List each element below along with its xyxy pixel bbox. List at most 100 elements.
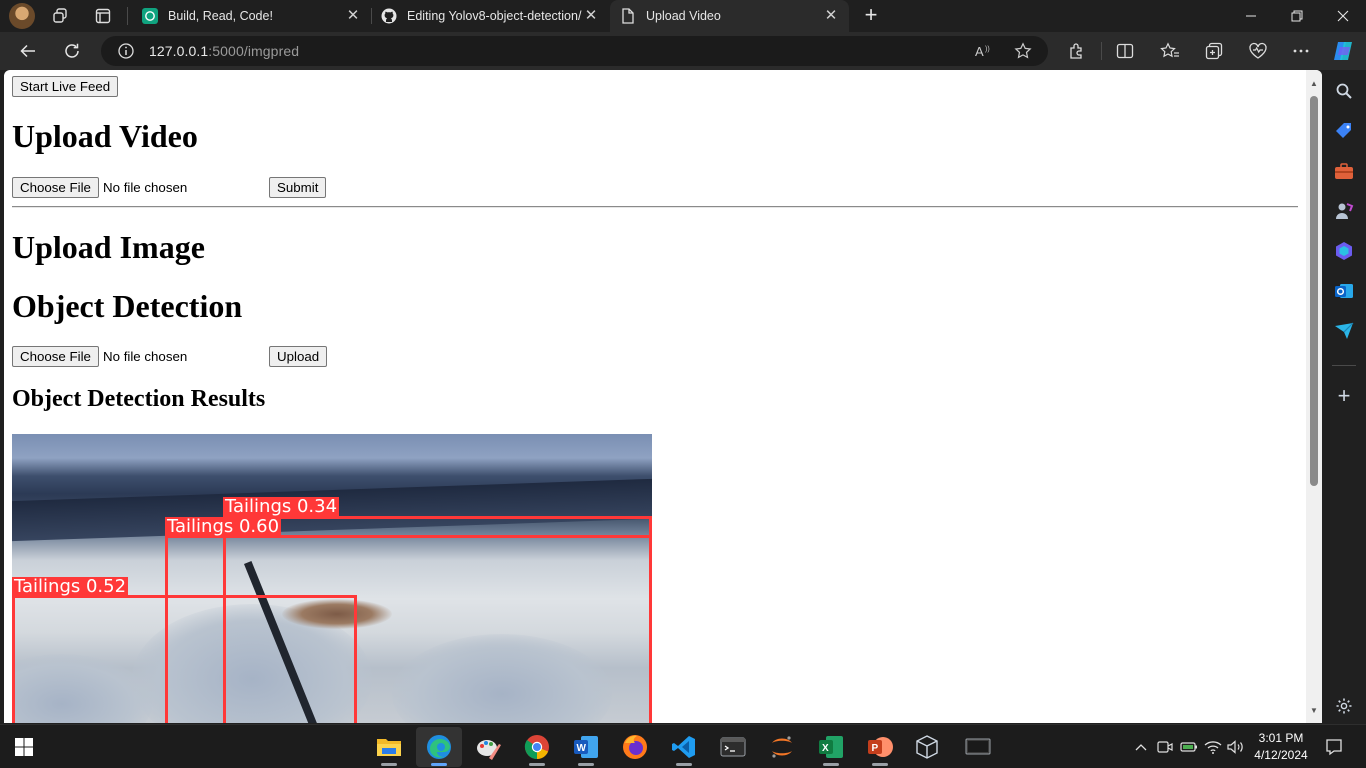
sidebar-settings-gear-icon[interactable] (1334, 696, 1354, 716)
clock-date: 4/12/2024 (1254, 748, 1308, 762)
tab-strip-divider (127, 7, 128, 25)
scroll-up-icon[interactable]: ▲ (1309, 79, 1319, 89)
sidebar-divider (1332, 365, 1356, 366)
paint-icon[interactable] (475, 734, 501, 760)
close-tab-icon[interactable]: ✕ (345, 8, 361, 24)
outlook-icon[interactable] (1334, 281, 1354, 301)
search-icon[interactable] (1334, 81, 1354, 101)
address-bar[interactable]: 127.0.0.1:5000/imgpred A)) (101, 36, 1048, 66)
chrome-icon[interactable] (524, 734, 550, 760)
scroll-thumb[interactable] (1310, 96, 1318, 486)
site-info-icon[interactable] (117, 42, 135, 60)
powerpoint-icon[interactable]: P (867, 734, 893, 760)
word-icon[interactable]: W (573, 734, 599, 760)
vertical-tabs-icon[interactable] (93, 6, 113, 26)
detection-label: Tailings 0.60 (165, 516, 282, 538)
volume-icon[interactable] (1227, 738, 1245, 756)
start-live-feed-button[interactable]: Start Live Feed (12, 76, 119, 97)
video-choose-file-button[interactable]: Choose File (12, 177, 99, 198)
favorite-star-icon[interactable] (1013, 41, 1033, 61)
page-icon (620, 8, 636, 24)
notifications-icon[interactable] (1324, 737, 1344, 757)
restore-button[interactable] (1274, 0, 1320, 32)
monitor-icon[interactable] (965, 734, 991, 760)
image-file-status: No file chosen (103, 349, 188, 364)
running-indicator (431, 763, 447, 766)
svg-text:P: P (872, 743, 879, 754)
image-choose-file-button[interactable]: Choose File (12, 346, 99, 367)
page-scrollbar[interactable]: ▲ ▼ (1306, 70, 1322, 723)
chatgpt-icon (142, 8, 158, 24)
detection-box (12, 595, 357, 723)
toolbar-divider (1101, 42, 1102, 60)
close-window-button[interactable] (1320, 0, 1366, 32)
tab-build-read-code[interactable]: Build, Read, Code! ✕ (132, 0, 371, 32)
object-detection-heading: Object Detection (12, 288, 243, 324)
file-explorer-icon[interactable] (376, 734, 402, 760)
favorites-icon[interactable] (1160, 41, 1180, 61)
firefox-icon[interactable] (622, 734, 648, 760)
svg-text:W: W (577, 743, 587, 754)
add-icon[interactable]: + (1334, 383, 1354, 408)
close-tab-icon[interactable]: ✕ (583, 8, 599, 24)
refresh-button[interactable] (59, 39, 85, 63)
results-heading: Object Detection Results (12, 386, 266, 412)
github-icon (381, 8, 397, 24)
edge-icon[interactable] (426, 734, 452, 760)
image-upload-button[interactable]: Upload (269, 346, 328, 367)
virtualbox-icon[interactable] (914, 734, 940, 760)
excel-icon[interactable]: X (818, 734, 844, 760)
tab-upload-video[interactable]: Upload Video ✕ (610, 0, 849, 32)
upload-image-heading: Upload Image (12, 229, 205, 265)
tab-title: Editing Yolov8-object-detection/ (407, 9, 582, 23)
detection-label: Tailings 0.34 (223, 496, 340, 518)
svg-text:X: X (822, 743, 829, 754)
shopping-tag-icon[interactable] (1334, 121, 1354, 141)
split-screen-icon[interactable] (1115, 41, 1135, 61)
microsoft-365-icon[interactable] (1334, 241, 1354, 261)
scroll-down-icon[interactable]: ▼ (1309, 706, 1319, 716)
minimize-button[interactable] (1228, 0, 1274, 32)
svg-text:)): )) (985, 46, 990, 53)
camera-privacy-icon[interactable] (1156, 738, 1174, 756)
back-button[interactable] (15, 39, 41, 63)
clock-time: 3:01 PM (1258, 731, 1304, 745)
workspaces-icon[interactable] (51, 6, 71, 26)
page-viewport: Start Live Feed Upload Video Choose File… (4, 70, 1322, 723)
vscode-icon[interactable] (671, 734, 697, 760)
drop-send-icon[interactable] (1334, 321, 1354, 341)
extensions-icon[interactable] (1067, 41, 1087, 61)
system-clock[interactable]: 3:01 PM 4/12/2024 (1250, 730, 1312, 764)
tools-briefcase-icon[interactable] (1334, 161, 1354, 181)
wifi-icon[interactable] (1204, 738, 1222, 756)
detection-label: Tailings 0.52 (12, 576, 129, 598)
tab-editing-yolov8[interactable]: Editing Yolov8-object-detection/ ✕ (371, 0, 609, 32)
browser-toolbar: 127.0.0.1:5000/imgpred A)) (0, 32, 1366, 70)
svg-text:A: A (975, 44, 984, 59)
more-menu-icon[interactable] (1291, 41, 1311, 61)
running-indicator (529, 763, 545, 766)
new-tab-button[interactable]: + (860, 4, 882, 27)
url-text[interactable]: 127.0.0.1:5000/imgpred (149, 43, 299, 59)
close-tab-icon[interactable]: ✕ (823, 8, 839, 24)
browser-essentials-icon[interactable] (1248, 41, 1268, 61)
profile-avatar[interactable] (9, 3, 35, 29)
collections-icon[interactable] (1204, 41, 1224, 61)
copilot-icon[interactable] (1331, 39, 1355, 63)
running-indicator (578, 763, 594, 766)
url-path: :5000/imgpred (208, 43, 300, 59)
show-hidden-icons-chevron-icon[interactable] (1132, 738, 1150, 756)
running-indicator (381, 763, 397, 766)
battery-icon[interactable] (1180, 738, 1198, 756)
windows-start-icon[interactable] (11, 734, 37, 760)
url-host: 127.0.0.1 (149, 43, 209, 59)
games-icon[interactable] (1334, 201, 1354, 221)
video-submit-button[interactable]: Submit (269, 177, 327, 198)
running-indicator (676, 763, 692, 766)
video-file-status: No file chosen (103, 180, 188, 195)
jupyter-icon[interactable] (769, 734, 795, 760)
terminal-icon[interactable] (720, 734, 746, 760)
detection-result-image: Tailings 0.34 Tailings 0.60 Tailings 0.5… (12, 434, 652, 723)
read-aloud-icon[interactable]: A)) (974, 41, 994, 61)
edge-sidebar: + (1322, 70, 1366, 723)
